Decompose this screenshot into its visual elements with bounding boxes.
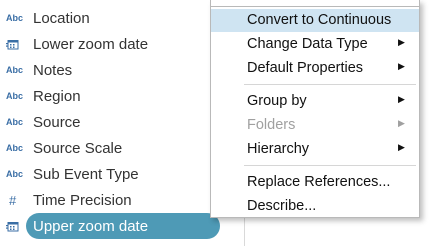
submenu-arrow-icon: ▶ — [398, 142, 405, 152]
field-location[interactable]: Abc Location — [0, 6, 240, 30]
string-type-icon: Abc — [6, 65, 24, 75]
string-type-icon: Abc — [6, 91, 24, 101]
date-type-icon — [6, 214, 28, 238]
field-source-scale[interactable]: Abc Source Scale — [0, 136, 240, 160]
menu-separator — [244, 165, 416, 166]
field-label: Lower zoom date — [33, 35, 149, 53]
menu-item-label: Change Data Type — [247, 36, 368, 52]
number-type-icon: # — [9, 192, 17, 208]
menu-item-label: Replace References... — [247, 174, 391, 190]
menu-separator — [244, 84, 416, 85]
field-source[interactable]: Abc Source — [0, 110, 240, 134]
field-label: Notes — [33, 61, 73, 79]
submenu-arrow-icon: ▶ — [398, 61, 405, 71]
field-sub-event-type[interactable]: Abc Sub Event Type — [0, 162, 240, 186]
field-label: Sub Event Type — [33, 165, 139, 183]
string-type-icon: Abc — [6, 117, 24, 127]
menu-item-label: Default Properties — [247, 60, 364, 76]
field-label: Region — [33, 87, 81, 105]
menu-item-group-by[interactable]: Group by ▶ — [211, 90, 419, 113]
string-type-icon: Abc — [6, 143, 24, 153]
menu-item-label: Describe... — [247, 198, 317, 214]
field-context-menu: Convert to Continuous Change Data Type ▶… — [210, 0, 420, 218]
field-label: Source — [33, 113, 81, 131]
menu-item-hierarchy[interactable]: Hierarchy ▶ — [211, 138, 419, 161]
field-label: Upper zoom date — [33, 217, 149, 235]
field-notes[interactable]: Abc Notes — [0, 58, 240, 82]
string-type-icon: Abc — [6, 169, 24, 179]
data-pane-field-list: Abc Location Lower zoom date Abc Notes A… — [0, 0, 244, 246]
field-label: Source Scale — [33, 139, 123, 157]
menu-item-folders: Folders ▶ — [211, 114, 419, 137]
menu-item-label: Folders — [247, 117, 296, 133]
date-type-icon — [6, 32, 28, 56]
menu-top-border — [211, 6, 419, 7]
menu-item-replace-references[interactable]: Replace References... — [211, 171, 419, 194]
menu-item-convert-to-continuous[interactable]: Convert to Continuous — [211, 9, 419, 32]
submenu-arrow-icon: ▶ — [398, 118, 405, 128]
field-time-precision[interactable]: # Time Precision — [0, 188, 240, 212]
menu-item-label: Group by — [247, 93, 307, 109]
field-upper-zoom-date[interactable]: Upper zoom date — [0, 214, 240, 238]
menu-item-label: Hierarchy — [247, 141, 310, 157]
menu-item-change-data-type[interactable]: Change Data Type ▶ — [211, 33, 419, 56]
menu-item-label: Convert to Continuous — [247, 12, 392, 28]
menu-item-default-properties[interactable]: Default Properties ▶ — [211, 57, 419, 80]
field-region[interactable]: Abc Region — [0, 84, 240, 108]
submenu-arrow-icon: ▶ — [398, 94, 405, 104]
submenu-arrow-icon: ▶ — [398, 37, 405, 47]
menu-item-describe[interactable]: Describe... — [211, 195, 419, 218]
field-lower-zoom-date[interactable]: Lower zoom date — [0, 32, 240, 56]
field-label: Time Precision — [33, 191, 132, 209]
field-label: Location — [33, 9, 90, 27]
string-type-icon: Abc — [6, 13, 24, 23]
